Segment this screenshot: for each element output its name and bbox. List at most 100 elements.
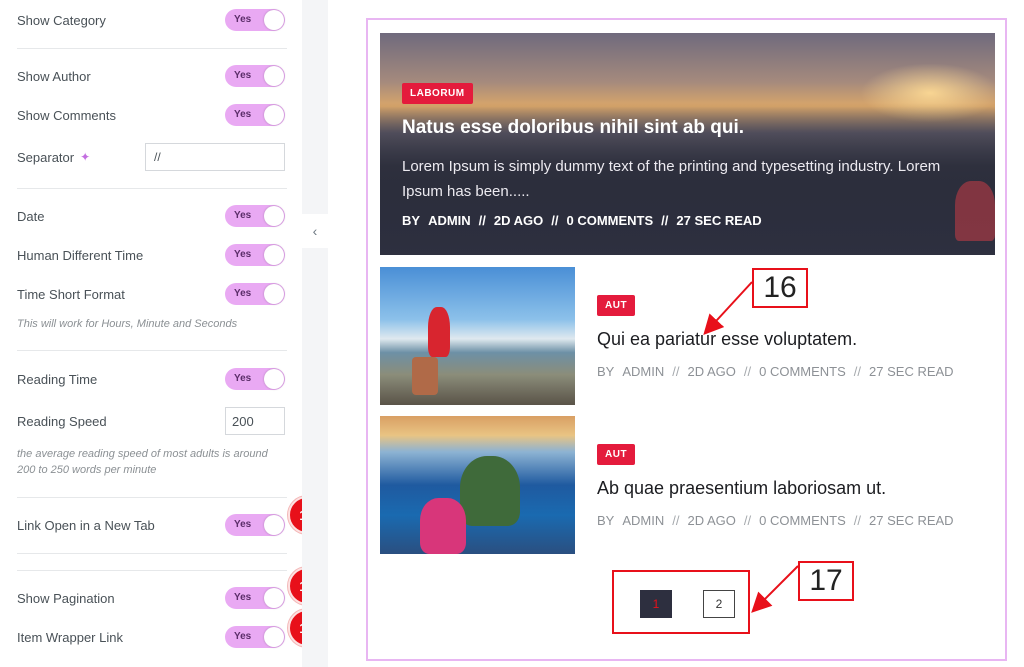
toggle-state: Yes — [234, 70, 252, 81]
category-tag[interactable]: AUT — [597, 295, 636, 316]
meta-separator: // — [743, 364, 752, 379]
setting-label: Link Open in a New Tab — [17, 517, 155, 533]
toggle-state: Yes — [234, 288, 252, 299]
post-thumbnail[interactable] — [380, 267, 575, 405]
meta-separator: // — [672, 513, 680, 528]
toggle-knob — [264, 245, 284, 265]
collapse-panel-button[interactable]: ‹ — [302, 214, 328, 248]
thumbnail-cliff — [460, 456, 520, 526]
human-different-time-toggle[interactable]: Yes — [225, 244, 285, 266]
meta-read-time: 27 SEC READ — [869, 513, 954, 528]
setting-date: Date Yes — [17, 204, 285, 228]
setting-show-pagination: Show Pagination Yes — [17, 586, 285, 610]
meta-date: 2D AGO — [493, 213, 544, 228]
divider — [17, 48, 287, 49]
meta-comments[interactable]: 0 COMMENTS — [567, 213, 654, 228]
category-tag[interactable]: AUT — [597, 444, 636, 465]
show-author-toggle[interactable]: Yes — [225, 65, 285, 87]
meta-separator: // — [478, 213, 486, 228]
featured-post-meta: BY ADMIN // 2D AGO // 0 COMMENTS // 27 SEC READ — [402, 213, 770, 228]
meta-separator: // — [743, 513, 752, 528]
toggle-state: Yes — [234, 592, 252, 603]
thumbnail-person — [428, 307, 450, 357]
thumbnail-suitcase — [412, 357, 438, 395]
toggle-state: Yes — [234, 519, 252, 530]
toggle-knob — [264, 206, 284, 226]
meta-date: 2D AGO — [687, 364, 736, 379]
toggle-state: Yes — [234, 631, 252, 642]
time-short-format-hint: This will work for Hours, Minute and Sec… — [17, 318, 238, 330]
post-title[interactable]: Ab quae praesentium laboriosam ut. — [597, 478, 886, 499]
toggle-knob — [264, 627, 284, 647]
reading-time-toggle[interactable]: Yes — [225, 368, 285, 390]
page-button-1[interactable]: 1 — [640, 590, 672, 618]
divider — [17, 497, 287, 498]
meta-author[interactable]: ADMIN — [428, 213, 471, 228]
setting-label: Separator — [17, 149, 75, 165]
reading-speed-hint: the average reading speed of most adults… — [17, 448, 268, 476]
toggle-knob — [264, 284, 284, 304]
post-meta: BY ADMIN // 2D AGO // 0 COMMENTS // 27 SEC READ — [597, 513, 962, 528]
meta-read-time: 27 SEC READ — [869, 364, 954, 379]
setting-show-comments: Show Comments Yes — [17, 103, 285, 127]
post-thumbnail[interactable] — [380, 416, 575, 554]
show-category-toggle[interactable]: Yes — [225, 9, 285, 31]
toggle-knob — [264, 515, 284, 535]
setting-separator: Separator ✦ // — [17, 143, 285, 171]
setting-label: Item Wrapper Link — [17, 629, 123, 645]
post-meta: BY ADMIN // 2D AGO // 0 COMMENTS // 27 SEC READ — [597, 364, 962, 379]
toggle-state: Yes — [234, 249, 252, 260]
featured-post-title[interactable]: Natus esse doloribus nihil sint ab qui. — [402, 117, 744, 139]
setting-time-short-format: Time Short Format Yes — [17, 282, 285, 306]
setting-label: Show Comments — [17, 107, 116, 123]
meta-separator: // — [853, 513, 862, 528]
post-title[interactable]: Qui ea pariatur esse voluptatem. — [597, 329, 857, 350]
toggle-knob — [264, 10, 284, 30]
reading-speed-input[interactable]: 200 — [225, 407, 285, 435]
pagination-highlight: 1 2 — [612, 570, 750, 634]
toggle-knob — [264, 66, 284, 86]
toggle-state: Yes — [234, 210, 252, 221]
time-short-format-toggle[interactable]: Yes — [225, 283, 285, 305]
toggle-state: Yes — [234, 14, 252, 25]
annotation-callout-16: 16 — [752, 268, 808, 308]
meta-separator: // — [551, 213, 559, 228]
meta-by: BY — [402, 213, 421, 228]
settings-panel: Show Category Yes Show Author Yes Show C… — [0, 0, 326, 667]
setting-label: Reading Speed — [17, 413, 107, 429]
setting-label: Show Pagination — [17, 590, 115, 606]
meta-by: BY — [597, 364, 615, 379]
featured-post[interactable]: LABORUM Natus esse doloribus nihil sint … — [380, 33, 995, 255]
show-comments-toggle[interactable]: Yes — [225, 104, 285, 126]
meta-author[interactable]: ADMIN — [622, 364, 664, 379]
featured-post-excerpt: Lorem Ipsum is simply dummy text of the … — [402, 158, 941, 200]
meta-comments[interactable]: 0 COMMENTS — [759, 364, 846, 379]
post-item[interactable]: AUT Qui ea pariatur esse voluptatem. BY A… — [380, 267, 995, 405]
item-wrapper-link-toggle[interactable]: Yes — [225, 626, 285, 648]
link-new-tab-toggle[interactable]: Yes — [225, 514, 285, 536]
setting-label: Show Category — [17, 12, 106, 28]
meta-comments[interactable]: 0 COMMENTS — [759, 513, 846, 528]
toggle-knob — [264, 105, 284, 125]
divider — [17, 188, 287, 189]
meta-separator: // — [672, 364, 680, 379]
meta-separator: // — [661, 213, 669, 228]
meta-by: BY — [597, 513, 615, 528]
ai-sparkle-icon[interactable]: ✦ — [80, 150, 90, 164]
setting-link-new-tab: Link Open in a New Tab Yes — [17, 513, 285, 537]
category-tag[interactable]: LABORUM — [402, 83, 473, 104]
meta-author[interactable]: ADMIN — [622, 513, 664, 528]
annotation-callout-17: 17 — [798, 561, 854, 601]
post-item[interactable]: AUT Ab quae praesentium laboriosam ut. B… — [380, 416, 995, 554]
setting-human-different-time: Human Different Time Yes — [17, 243, 285, 267]
show-pagination-toggle[interactable]: Yes — [225, 587, 285, 609]
meta-date: 2D AGO — [687, 513, 736, 528]
date-toggle[interactable]: Yes — [225, 205, 285, 227]
separator-input[interactable]: // — [145, 143, 285, 171]
setting-label: Time Short Format — [17, 286, 125, 302]
panel-divider-strip — [302, 0, 328, 667]
chevron-left-icon: ‹ — [312, 223, 318, 239]
page-button-2[interactable]: 2 — [703, 590, 735, 618]
divider — [17, 553, 287, 554]
toggle-state: Yes — [234, 373, 252, 384]
